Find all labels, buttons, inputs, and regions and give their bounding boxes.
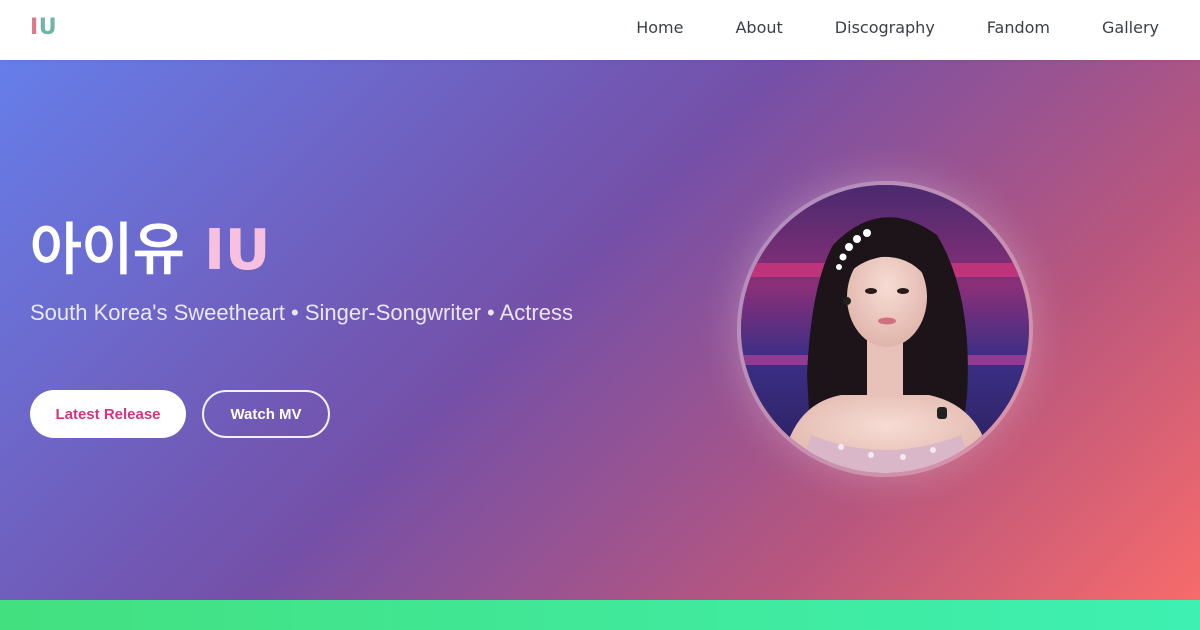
hero-title-korean: 아이유: [30, 218, 185, 283]
artist-portrait-image: [741, 185, 1029, 473]
bottom-accent-bar: [0, 600, 1200, 630]
nav-links: Home About Discography Fandom Gallery: [636, 18, 1159, 37]
hero-title-latin: IU: [204, 218, 271, 283]
nav-link-fandom[interactable]: Fandom: [987, 18, 1050, 37]
hero-section: 아이유 IU South Korea's Sweetheart • Singer…: [0, 60, 1200, 600]
watch-mv-button[interactable]: Watch MV: [202, 390, 330, 438]
logo-letter-i: I: [30, 15, 39, 40]
hero-title: 아이유 IU: [30, 217, 270, 284]
nav-link-discography[interactable]: Discography: [835, 18, 935, 37]
nav-link-gallery[interactable]: Gallery: [1102, 18, 1159, 37]
top-navigation: IU Home About Discography Fandom Gallery: [0, 0, 1200, 60]
hero-subtitle: South Korea's Sweetheart • Singer-Songwr…: [30, 300, 573, 325]
latest-release-button[interactable]: Latest Release: [30, 390, 186, 438]
nav-link-home[interactable]: Home: [636, 18, 683, 37]
logo-letter-u: U: [38, 15, 58, 40]
nav-link-about[interactable]: About: [735, 18, 782, 37]
site-logo[interactable]: IU: [30, 15, 57, 40]
artist-portrait: [737, 181, 1033, 477]
